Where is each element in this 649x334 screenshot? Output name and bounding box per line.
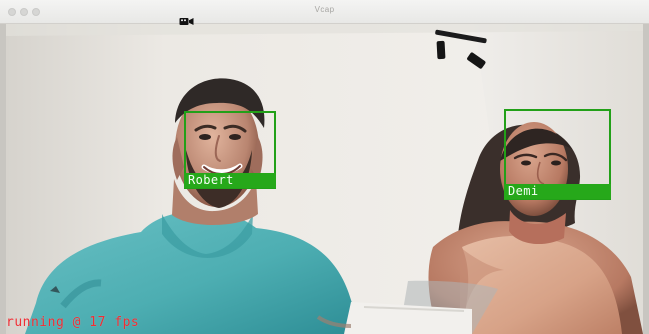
window-title: Vcap <box>314 5 335 14</box>
video-camera-icon <box>179 13 194 25</box>
camera-window: Vcap Robert Demi running @ 17 fps <box>0 0 649 334</box>
fps-status: running @ 17 fps <box>6 315 140 330</box>
window-title-bar: Vcap <box>0 0 649 25</box>
video-scene <box>6 24 643 334</box>
camera-feed: Robert Demi <box>6 24 643 334</box>
